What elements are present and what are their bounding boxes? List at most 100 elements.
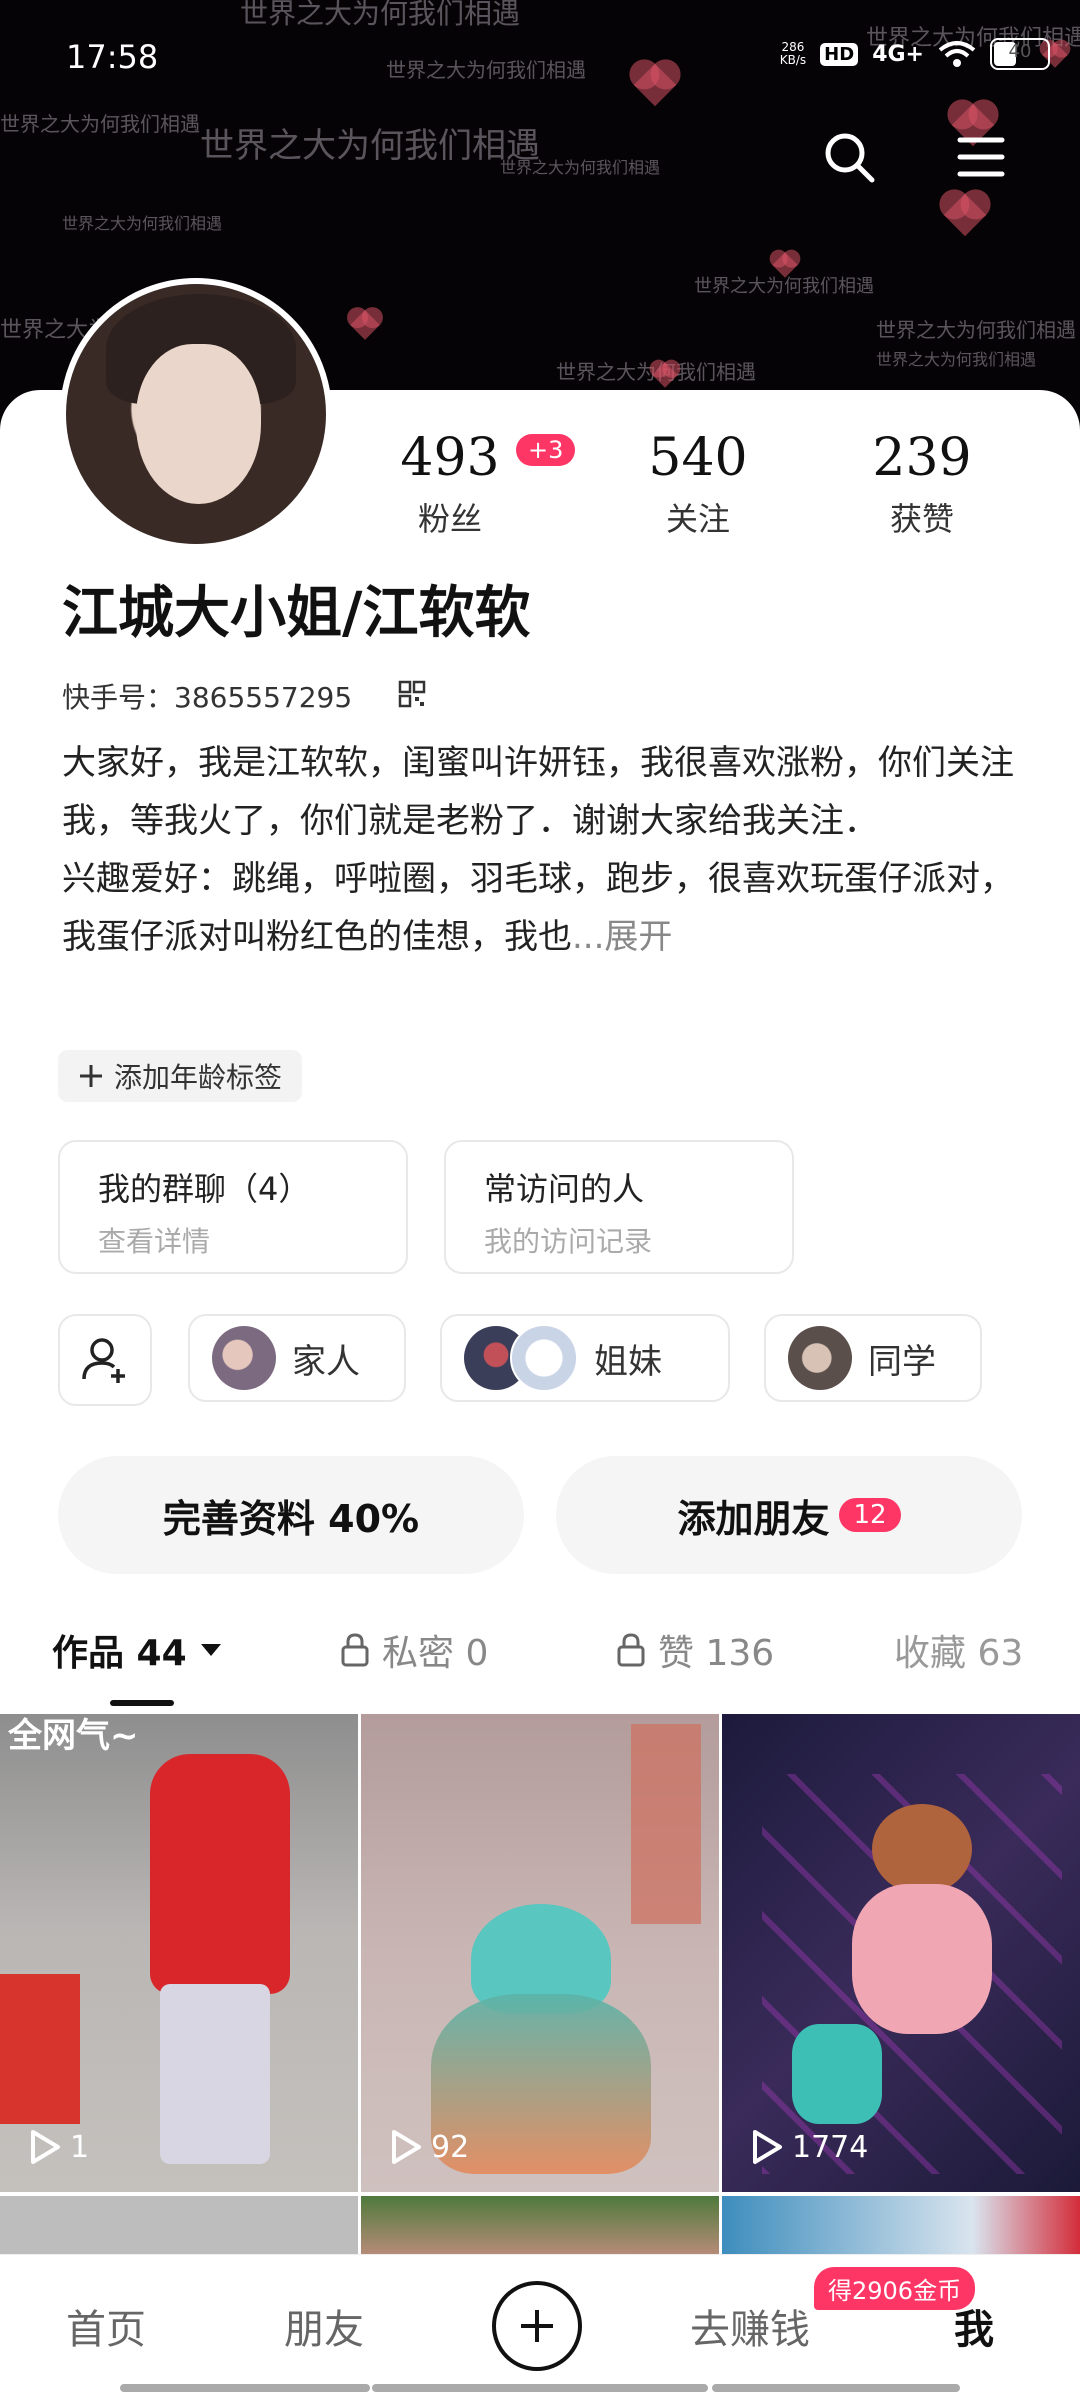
group-chats-card[interactable]: 我的群聊（4） 查看详情 [58, 1140, 408, 1274]
tab-label: 私密 0 [382, 1633, 489, 1674]
nav-home[interactable]: 首页 [66, 2297, 146, 2355]
battery-icon: 40 [990, 38, 1050, 70]
avatar[interactable] [60, 278, 332, 550]
lock-icon [617, 1633, 645, 1667]
lock-icon [341, 1633, 369, 1667]
avatar [510, 1324, 578, 1392]
heart-decoration [633, 63, 677, 107]
video-overlay-text: 全网气~ [8, 1716, 139, 1756]
friend-request-badge: 12 [839, 1498, 901, 1532]
wifi-icon [938, 41, 976, 67]
network-speed-unit: KB/s [779, 53, 807, 67]
create-button[interactable] [492, 2281, 582, 2371]
chip-classmates[interactable]: 同学 [764, 1314, 982, 1402]
plus-icon [521, 2310, 553, 2342]
status-time: 17:58 [66, 38, 159, 76]
video-thumbnail[interactable]: 全网气~ 1 [0, 1714, 358, 2192]
banner-text: 世界之大为何我们相遇 [62, 214, 223, 233]
chip-family[interactable]: 家人 [188, 1314, 406, 1402]
expand-link[interactable]: ...展开 [572, 917, 672, 957]
stat-value: 493 [400, 428, 500, 488]
add-friends-button[interactable]: 添加朋友 12 [556, 1456, 1022, 1574]
profile-bio[interactable]: 大家好，我是江软软，闺蜜叫许妍钰，我很喜欢涨粉，你们关注我，等我火了，你们就是老… [62, 734, 1032, 966]
hd-icon: HD [820, 42, 859, 66]
heart-decoration [350, 310, 380, 340]
bio-line: 大家好，我是江软软，闺蜜叫许妍钰，我很喜欢涨粉，你们关注我，等我火了，你们就是老… [62, 743, 1014, 841]
nav-friends[interactable]: 朋友 [284, 2297, 364, 2355]
video-thumbnail[interactable] [361, 2196, 719, 2256]
gesture-bar [712, 2384, 960, 2392]
plus-icon [80, 1065, 102, 1087]
kuaishou-id[interactable]: 快手号：3865557295 [62, 676, 352, 716]
video-thumbnail[interactable]: 92 [361, 1714, 719, 2192]
stat-fans[interactable]: 493 粉丝 [380, 430, 520, 540]
frequent-visitors-card[interactable]: 常访问的人 我的访问记录 [444, 1140, 794, 1274]
age-tag-label: 添加年龄标签 [114, 1061, 283, 1094]
banner-text: 世界之大为何我们相遇 [876, 350, 1037, 369]
play-icon [31, 2130, 60, 2164]
gesture-bar [120, 2384, 370, 2392]
play-count-value: 92 [431, 2129, 470, 2165]
menu-icon[interactable] [956, 130, 1006, 184]
qr-code-icon[interactable] [398, 680, 426, 708]
stat-value: 540 [648, 428, 748, 488]
stat-label: 获赞 [889, 500, 954, 538]
box-title: 常访问的人 [484, 1170, 645, 1208]
add-friend-chip[interactable] [58, 1314, 152, 1406]
chip-label: 同学 [868, 1341, 936, 1382]
tab-liked[interactable]: 赞 136 [616, 1624, 774, 1676]
add-age-tag-button[interactable]: 添加年龄标签 [58, 1050, 303, 1102]
chip-sisters[interactable]: 姐妹 [440, 1314, 730, 1402]
box-subtitle: 我的访问记录 [484, 1225, 653, 1258]
nav-earn[interactable]: 去赚钱 [690, 2297, 810, 2355]
chip-label: 姐妹 [594, 1341, 662, 1382]
play-count-value: 1 [70, 2129, 90, 2165]
nav-me[interactable]: 我 [954, 2297, 994, 2355]
video-thumbnail[interactable] [0, 2196, 358, 2256]
box-subtitle: 查看详情 [98, 1225, 211, 1258]
banner-text: 世界之大为何我们相遇 [200, 126, 540, 166]
stat-following[interactable]: 540 关注 [628, 430, 768, 540]
banner-text: 世界之大为何我们相遇 [0, 112, 200, 136]
status-bar-icons: 286 KB/s HD 4G+ 40 [780, 38, 1050, 70]
search-icon[interactable] [822, 130, 876, 184]
battery-level: 40 [1008, 41, 1032, 62]
chip-label: 家人 [292, 1341, 360, 1382]
banner-text: 世界之大为何我们相遇 [500, 158, 661, 177]
stat-value: 239 [872, 428, 972, 488]
tab-favorites[interactable]: 收藏 63 [894, 1624, 1023, 1676]
play-count: 1 [28, 2128, 89, 2166]
banner-text: 世界之大为何我们相遇 [876, 318, 1076, 342]
play-icon [392, 2130, 421, 2164]
add-friends-label: 添加朋友 [677, 1496, 830, 1541]
video-thumbnail[interactable] [722, 2196, 1080, 2256]
tab-label: 收藏 63 [894, 1633, 1024, 1674]
tab-indicator [110, 1700, 174, 1706]
video-thumbnail[interactable]: 1774 [722, 1714, 1080, 2192]
tab-label: 作品 44 [52, 1633, 187, 1674]
coins-badge: 得2906金币 [814, 2267, 976, 2310]
network-speed: 286 KB/s [780, 41, 806, 67]
box-title: 我的群聊（4） [98, 1170, 311, 1208]
profile-name: 江城大小姐/江软软 [62, 581, 531, 646]
play-count-value: 1774 [792, 2129, 869, 2165]
stat-label: 粉丝 [417, 500, 482, 538]
complete-profile-label: 完善资料 40% [162, 1496, 420, 1541]
new-fans-badge: +3 [516, 434, 576, 466]
heart-decoration [943, 193, 987, 237]
content-tabs: 作品 44 私密 0 赞 136 收藏 63 [0, 1624, 1080, 1684]
bottom-navigation: 首页 朋友 去赚钱 得2906金币 我 [0, 2254, 1080, 2401]
gesture-bar [372, 2384, 708, 2392]
chevron-down-icon [200, 1644, 221, 1656]
play-count: 92 [389, 2128, 469, 2166]
stat-label: 关注 [665, 500, 730, 538]
stat-likes[interactable]: 239 获赞 [852, 430, 992, 540]
tab-label: 赞 136 [658, 1633, 775, 1674]
complete-profile-button[interactable]: 完善资料 40% [58, 1456, 524, 1574]
avatar [788, 1326, 852, 1390]
banner-text: 世界之大为何我们相遇 [240, 0, 521, 30]
banner-text: 世界之大为何我们相遇 [386, 58, 586, 82]
avatar [212, 1326, 276, 1390]
tab-works[interactable]: 作品 44 [52, 1624, 223, 1676]
tab-private[interactable]: 私密 0 [340, 1624, 488, 1676]
